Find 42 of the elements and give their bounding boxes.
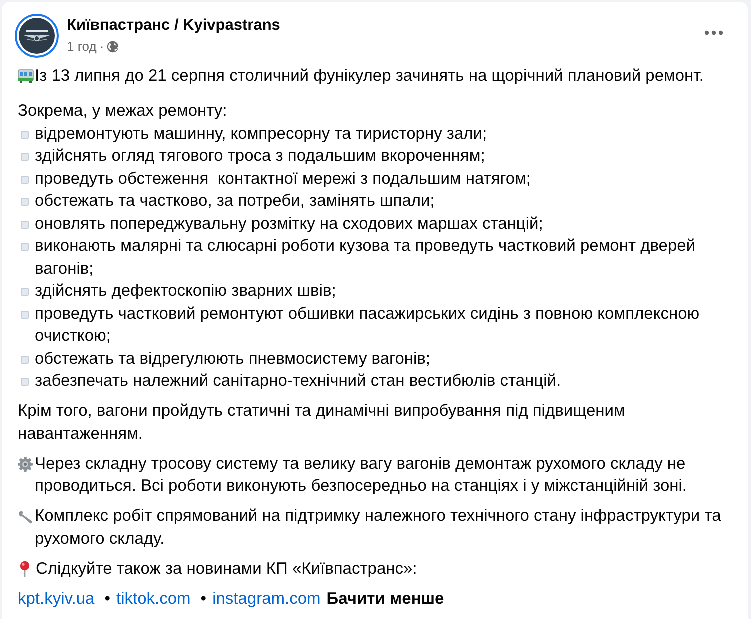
list-item-text: обстежать та відрегулюють пневмосистему вагонів; [35,348,432,370]
globe-icon [107,41,120,53]
square-bullet-icon [21,130,29,138]
square-bullet-icon [21,288,29,296]
pin-icon [19,560,31,576]
gear-icon [18,456,33,472]
list-heading: Зокрема, у межах ремонту: [18,102,228,120]
wrench-icon [18,510,34,524]
website-link[interactable]: instagram.com [212,590,321,608]
page-logo-avatar[interactable] [15,14,59,58]
website-link[interactable]: tiktok.com [116,590,191,608]
meta-separator: · [100,38,104,56]
square-bullet-icon [21,153,29,161]
see-less-link[interactable]: Бачити менше [326,590,444,608]
post-paragraph: Крім того, вагони пройдуть статичні та динамічні випробування під підвищеним навантаженням. [18,402,626,442]
post-time-link[interactable]: 1 год [67,38,97,56]
square-bullet-icon [21,356,29,364]
list-item-text: проведуть обстеження контактної мережі з подальшим натягом; [35,168,532,190]
list-item-text: відремонтують машинну, компресорну та тиристорну зали; [35,124,488,144]
square-bullet-icon [21,176,29,184]
website-link[interactable]: kpt.kyiv.ua [18,590,95,608]
tram-car-icon [18,69,34,83]
list-item-text: оновлять попереджувальну розмітку на сходових маршах станцій; [35,214,544,234]
page-name-link[interactable]: Київпастранс / Kyivpastrans [67,16,280,36]
post-paragraph: Через складну тросову систему та велику вагу вагонів демонтаж рухомого складу не проводиться. Всі роботи виконують безпосередньо на станціях і у міжстанційній зоні. [35,454,688,497]
square-bullet-icon [21,378,29,386]
square-bullet-icon [21,243,29,251]
square-bullet-icon [21,220,29,228]
list-item-text: обстежать та частково, за потреби, замінять шпали; [35,191,436,212]
list-item-text: проведуть частковий ремонтуют обшивки пасажирських сидінь з повною комплексною очисткою; [35,304,701,347]
link-separator: • [200,590,207,608]
post-paragraph: Із 13 липня до 21 серпня столичний фунікулер зачинять на щорічний плановий ремонт. [35,66,705,87]
list-item-text: здійснять дефектоскопію зварних швів; [35,281,338,302]
post-paragraph: Комплекс робіт спрямований на підтримку належного технічного стану інфраструктури та рухомого складу. [35,506,722,550]
square-bullet-icon [21,198,29,206]
list-item-text: забезпечать належний санітарно-технічний стан вестибюлів станцій. [35,371,562,392]
more-options-icon[interactable] [704,30,724,36]
link-separator: • [104,590,111,608]
square-bullet-icon [21,310,29,318]
list-item-text: виконають малярні та слюсарні роботи кузова та проведуть частковий ремонт дверей вагонів; [35,236,697,280]
list-item-text: здійснять огляд тягового троса з подальшим вкороченням; [35,146,486,167]
post-paragraph: Слідкуйте також за новинами КП «Київпастранс»: [36,558,418,580]
